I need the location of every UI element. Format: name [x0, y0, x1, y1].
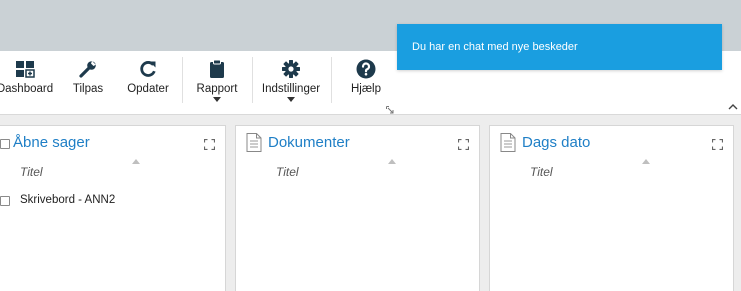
panel-checkbox[interactable] — [0, 139, 10, 149]
clipboard-icon — [207, 59, 227, 79]
rapport-label: Rapport — [196, 83, 238, 95]
help-icon — [356, 59, 376, 79]
tilpas-button[interactable]: Tilpas — [66, 51, 110, 115]
ribbon-separator — [252, 57, 253, 103]
chat-notification[interactable]: Du har en chat med nye beskeder — [397, 24, 722, 70]
dashboard-label: Dashboard — [0, 83, 54, 95]
indstillinger-button[interactable]: Indstillinger — [257, 51, 325, 115]
rapport-button[interactable]: Rapport — [191, 51, 243, 115]
panel-dokumenter: Dokumenter Titel — [235, 125, 480, 291]
column-header-titel[interactable]: Titel — [530, 165, 553, 179]
dialog-launcher-icon[interactable] — [386, 101, 394, 114]
sort-up-icon[interactable] — [132, 159, 140, 164]
gear-icon — [281, 59, 301, 79]
row-checkbox[interactable] — [0, 196, 10, 206]
document-icon — [500, 133, 516, 152]
sort-up-icon[interactable] — [388, 159, 396, 164]
ribbon-separator — [331, 57, 332, 103]
sort-up-icon[interactable] — [642, 159, 650, 164]
list-item[interactable]: Skrivebord - ANN2 — [20, 194, 115, 206]
column-header-titel[interactable]: Titel — [276, 165, 299, 179]
hjaelp-button[interactable]: Hjælp — [343, 51, 389, 115]
wrench-icon — [78, 59, 98, 79]
panel-dags-dato: Dags dato Titel — [489, 125, 734, 291]
opdater-button[interactable]: Opdater — [121, 51, 175, 115]
chevron-down-icon — [287, 97, 295, 102]
refresh-icon — [138, 59, 158, 79]
panel-title: Dokumenter — [268, 134, 350, 151]
opdater-label: Opdater — [127, 83, 169, 95]
column-header-titel[interactable]: Titel — [20, 165, 43, 179]
tilpas-label: Tilpas — [72, 83, 104, 95]
panel-abne-sager: Åbne sager Titel Skrivebord - ANN2 — [0, 125, 226, 291]
ribbon-separator — [182, 57, 183, 103]
panel-title: Åbne sager — [13, 134, 90, 151]
dashboard-icon — [15, 59, 35, 79]
maximize-icon[interactable] — [457, 137, 470, 151]
indstillinger-label: Indstillinger — [261, 83, 321, 95]
chevron-down-icon — [213, 97, 221, 102]
dashboard-button[interactable]: Dashboard — [0, 51, 56, 115]
maximize-icon[interactable] — [203, 137, 216, 151]
collapse-ribbon-icon[interactable] — [728, 99, 738, 110]
hjaelp-label: Hjælp — [350, 83, 382, 95]
maximize-icon[interactable] — [711, 137, 724, 151]
panel-title: Dags dato — [522, 134, 591, 151]
document-icon — [246, 133, 262, 152]
